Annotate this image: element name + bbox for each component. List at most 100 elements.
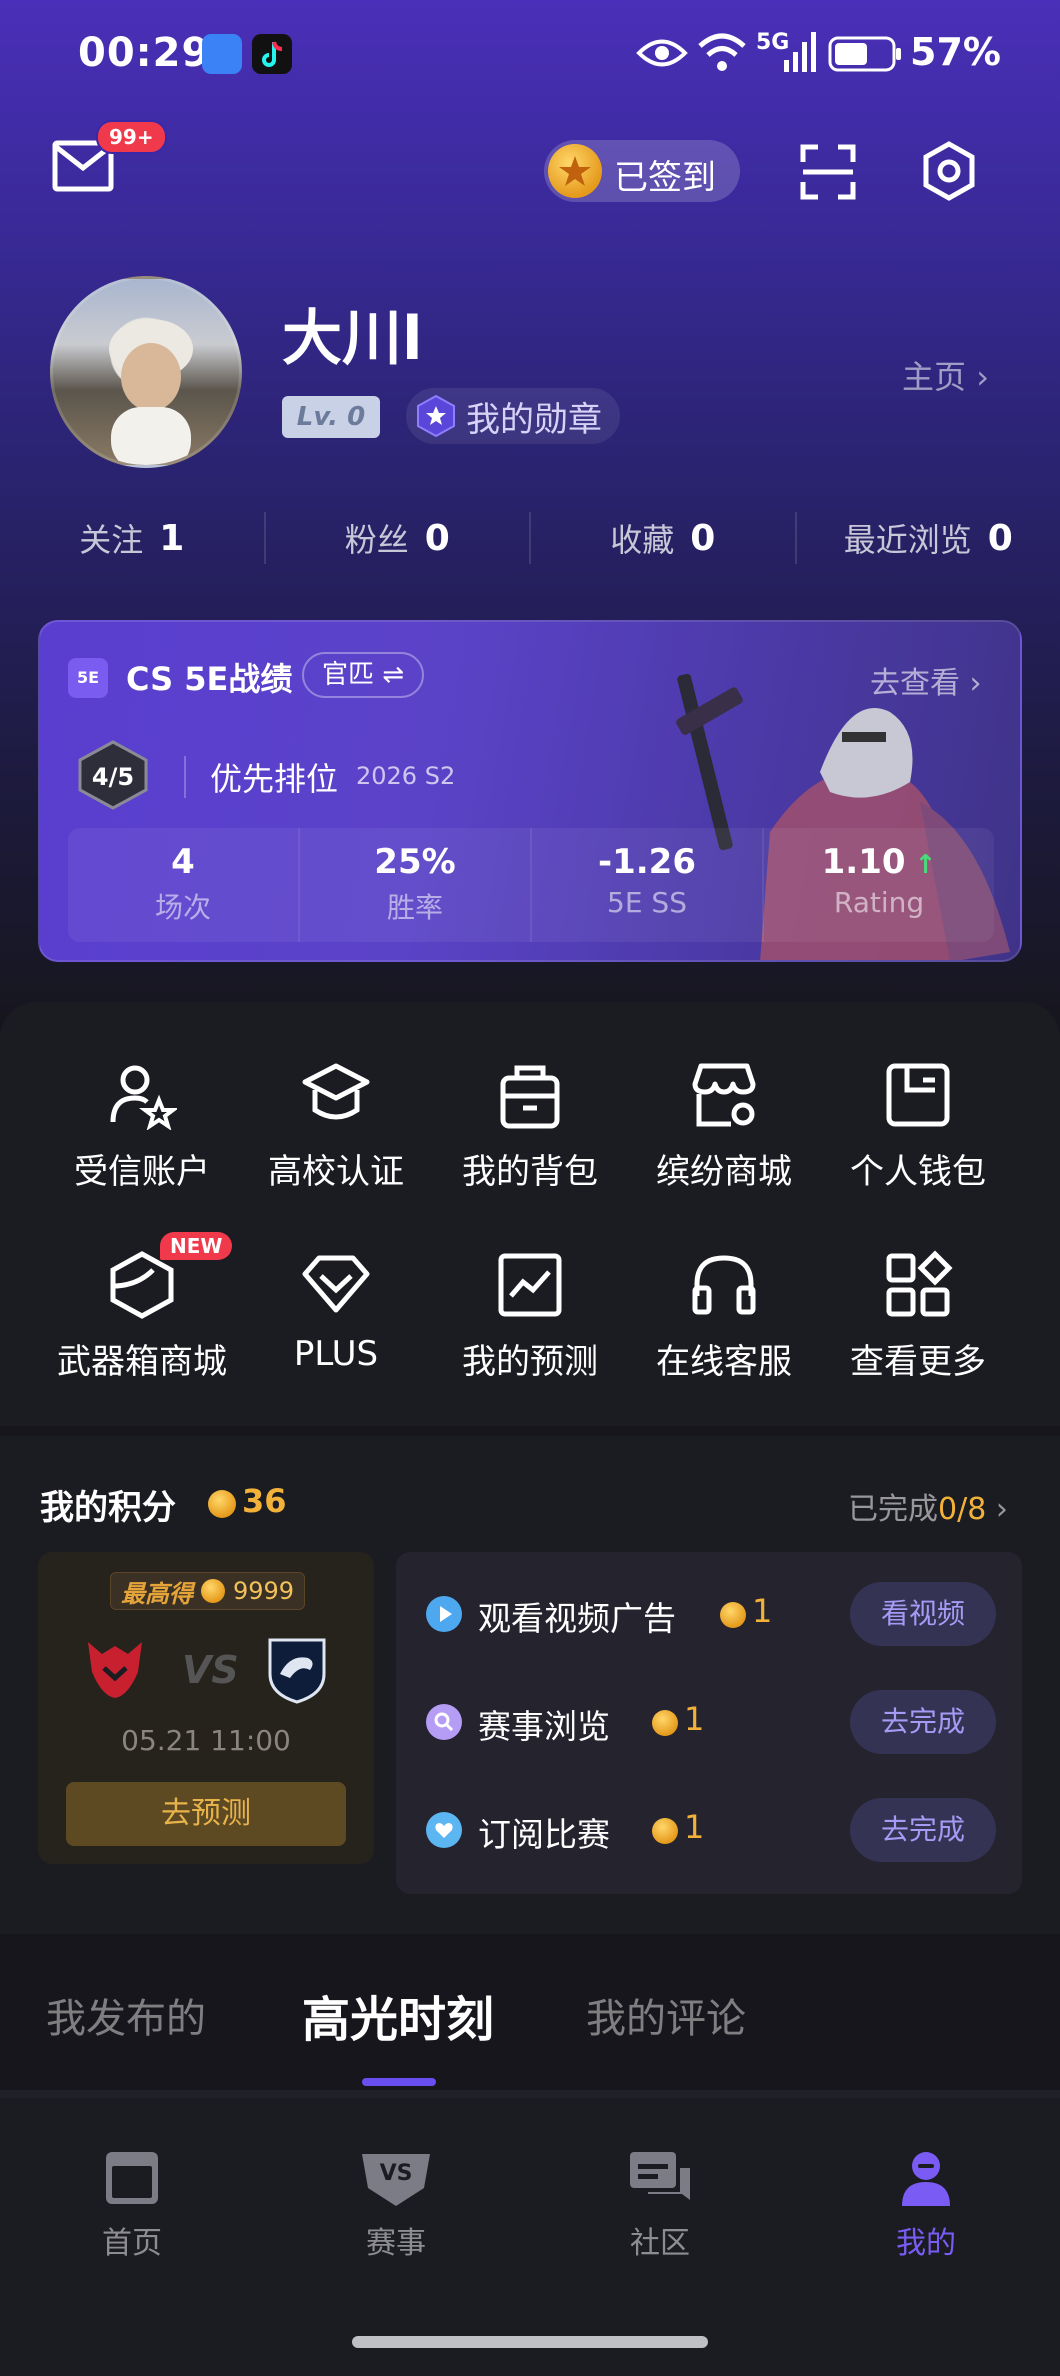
menu-label: 受信账户 [74, 1152, 210, 1192]
stat-recent-views[interactable]: 最近浏览 0 [797, 512, 1060, 564]
cs-stat-label: Rating [833, 886, 925, 919]
task-item: 订阅比赛 1 去完成 [426, 1798, 996, 1862]
go-predict-button[interactable]: 去预测 [66, 1782, 346, 1846]
nav-label: 首页 [102, 2226, 162, 2261]
community-icon [630, 2152, 690, 2200]
status-time: 00:29 [78, 30, 211, 76]
scan-icon[interactable] [800, 144, 856, 200]
avatar[interactable] [50, 276, 242, 468]
rank-name: 优先排位 [210, 760, 339, 798]
cs-stat-rating: 1.10 ↑ Rating [764, 828, 994, 942]
coin-icon [208, 1490, 236, 1518]
menu-store[interactable]: 缤纷商城 [618, 1060, 830, 1193]
stat-favorites[interactable]: 收藏 0 [531, 512, 797, 564]
stat-followers[interactable]: 粉丝 0 [266, 512, 531, 564]
go-complete-button[interactable]: 去完成 [850, 1690, 996, 1754]
menu-weapon-case-store[interactable]: 武器箱商城 [36, 1250, 248, 1383]
heart-icon [426, 1812, 462, 1848]
tab-highlights[interactable]: 高光时刻 [302, 1980, 494, 2050]
backpack-icon [500, 1065, 560, 1129]
task-points: 1 [752, 1592, 773, 1630]
cs-stat-value: 25% [374, 842, 456, 882]
rank-season: 2026 S2 [356, 762, 456, 790]
nav-profile[interactable]: 我的 [856, 2148, 996, 2262]
points-value: 36 [242, 1482, 287, 1520]
stat-value: 0 [424, 517, 450, 559]
headset-icon [692, 1255, 756, 1315]
team-logo-liquid-icon [268, 1638, 326, 1704]
signal-icon [784, 32, 816, 72]
match-date: 05.21 11:00 [121, 1724, 291, 1757]
stat-value: 0 [690, 517, 716, 559]
nav-matches[interactable]: VS 赛事 [326, 2148, 466, 2262]
my-medals-button[interactable]: 我的勋章 [406, 388, 620, 444]
medal-label: 我的勋章 [466, 399, 602, 440]
menu-college-verify[interactable]: 高校认证 [230, 1060, 442, 1193]
coin-icon [548, 144, 602, 198]
match-prediction-card[interactable]: 最高得 9999 VS 05.21 11:00 去预测 [38, 1552, 374, 1864]
homepage-label: 主页 [902, 358, 967, 396]
menu-my-predictions[interactable]: 我的预测 [424, 1250, 636, 1383]
coin-icon [720, 1602, 746, 1628]
grid-more-icon [886, 1250, 953, 1317]
vs-text: VS [182, 1648, 239, 1692]
task-label: 赛事浏览 [478, 1707, 610, 1746]
coin-icon [652, 1818, 678, 1844]
menu-label: 个人钱包 [850, 1152, 986, 1192]
stat-label: 粉丝 [344, 521, 409, 559]
menu-trusted-account[interactable]: 受信账户 [36, 1060, 248, 1193]
cs-stat-label: 场次 [154, 891, 211, 924]
stat-label: 收藏 [610, 521, 675, 559]
mail-unread-badge: 99+ [96, 120, 167, 154]
cs-stat-label: 胜率 [386, 891, 443, 924]
view-stats-link[interactable]: 去查看 › [870, 658, 982, 702]
menu-wallet[interactable]: 个人钱包 [812, 1060, 1024, 1193]
nav-label: 社区 [630, 2226, 690, 2261]
task-label: 订阅比赛 [478, 1815, 610, 1854]
menu-backpack[interactable]: 我的背包 [424, 1060, 636, 1193]
stat-following[interactable]: 关注 1 [0, 512, 266, 564]
tab-my-comments[interactable]: 我的评论 [586, 1986, 746, 2044]
cs-stat-value: 4 [171, 842, 195, 882]
menu-label: 高校认证 [268, 1152, 404, 1192]
cs-stat-label: 5E SS [607, 886, 687, 919]
cs-stat-matches: 4 场次 [68, 828, 300, 942]
task-label: 观看视频广告 [478, 1599, 676, 1638]
settings-icon[interactable] [918, 140, 980, 202]
cs-stat-value-wrap: 1.10 ↑ [764, 842, 994, 882]
coin-icon [201, 1579, 225, 1603]
task-list: 观看视频广告 1 看视频 赛事浏览 1 去完成 订阅比赛 1 去完成 [396, 1552, 1022, 1894]
go-complete-button[interactable]: 去完成 [850, 1798, 996, 1862]
menu-customer-service[interactable]: 在线客服 [618, 1250, 830, 1383]
task-item: 赛事浏览 1 去完成 [426, 1690, 996, 1754]
level-badge: Lv. 0 [282, 396, 380, 438]
mode-switch-button[interactable]: 官匹 ⇌ [302, 652, 425, 698]
cs-stat-value: 1.10 [821, 842, 906, 882]
menu-view-more[interactable]: 查看更多 [812, 1250, 1024, 1383]
menu-label: 在线客服 [656, 1342, 792, 1382]
homepage-link[interactable]: 主页 › [902, 352, 989, 398]
arrow-up-icon: ↑ [905, 850, 937, 880]
store-icon [692, 1063, 756, 1127]
max-reward-value: 9999 [233, 1577, 295, 1605]
checkin-button[interactable]: 已签到 [544, 140, 740, 202]
tab-my-posts[interactable]: 我发布的 [46, 1986, 206, 2044]
profile-stats: 关注 1 粉丝 0 收藏 0 最近浏览 0 [0, 512, 1060, 564]
team-logo-red-icon [88, 1642, 142, 1698]
watch-video-button[interactable]: 看视频 [850, 1582, 996, 1646]
new-badge: NEW [160, 1232, 233, 1260]
play-icon [426, 1596, 462, 1632]
home-indicator[interactable] [352, 2336, 708, 2348]
menu-plus[interactable]: PLUS [230, 1250, 442, 1374]
5e-logo-icon: 5E [68, 658, 108, 698]
vs-match-icon: VS [362, 2154, 430, 2206]
tiktok-icon [252, 34, 292, 74]
nav-home[interactable]: 首页 [62, 2148, 202, 2262]
chevron-right-icon: › [969, 666, 982, 701]
nav-community[interactable]: 社区 [590, 2148, 730, 2262]
stat-label: 关注 [79, 521, 144, 559]
completed-progress-link[interactable]: 已完成0/8 › [848, 1484, 1008, 1528]
stat-value: 0 [987, 517, 1013, 559]
cs-stats-card[interactable]: 5E CS 5E战绩 官匹 ⇌ 去查看 › 4/5 优先排位 2026 S2 4… [38, 620, 1022, 962]
stat-label: 最近浏览 [843, 521, 972, 559]
